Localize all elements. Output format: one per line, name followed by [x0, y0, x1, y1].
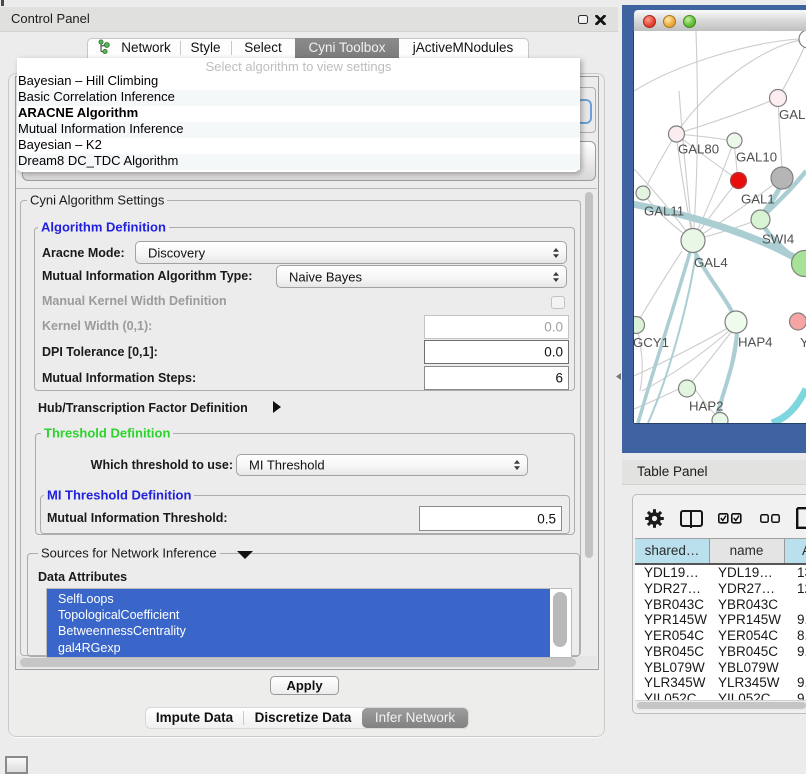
- svg-text:HAP2: HAP2: [689, 399, 723, 414]
- svg-text:HAP4: HAP4: [738, 335, 772, 350]
- svg-text:GAL80: GAL80: [678, 142, 719, 157]
- svg-text:GAL10: GAL10: [736, 150, 777, 165]
- svg-text:GAL1: GAL1: [741, 192, 775, 207]
- svg-text:GAL4: GAL4: [694, 255, 728, 270]
- svg-text:GAL7: GAL7: [779, 107, 806, 122]
- svg-text:GCY1: GCY1: [634, 335, 669, 350]
- svg-text:SWI4: SWI4: [762, 232, 794, 247]
- svg-text:GAL11: GAL11: [644, 204, 684, 219]
- svg-text:Y: Y: [800, 335, 806, 350]
